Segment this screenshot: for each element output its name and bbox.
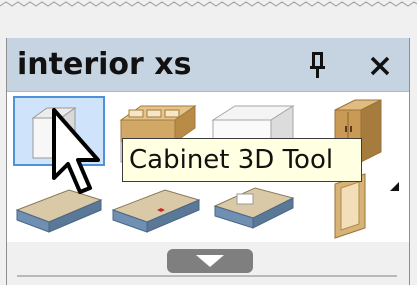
- panel-title: interior xs: [17, 47, 192, 82]
- pin-button[interactable]: [303, 48, 333, 82]
- app-window: interior xs Cabinet 3D Tool: [0, 0, 417, 285]
- tool-tooltip: Cabinet 3D Tool: [122, 138, 362, 182]
- panel-titlebar: interior xs: [7, 38, 409, 92]
- palette-footer: [7, 242, 409, 285]
- footer-divider: [17, 275, 397, 277]
- expand-palette-button[interactable]: [167, 249, 253, 273]
- close-icon: [370, 56, 390, 76]
- pin-icon: [310, 52, 325, 78]
- mouse-cursor-icon: [52, 108, 100, 194]
- close-button[interactable]: [363, 48, 397, 82]
- torn-edge: [0, 0, 417, 18]
- expand-down-icon: [196, 255, 224, 267]
